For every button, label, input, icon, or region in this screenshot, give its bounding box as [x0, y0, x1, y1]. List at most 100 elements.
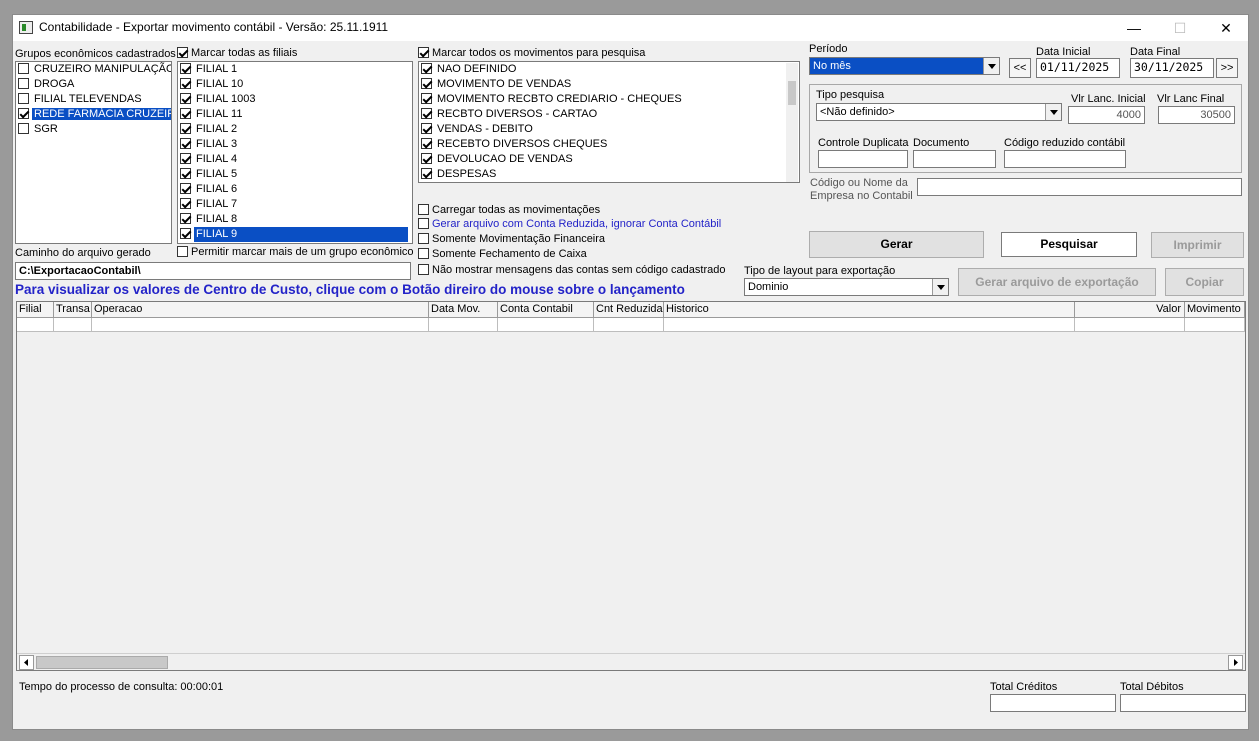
- somente-financeira-checkbox[interactable]: Somente Movimentação Financeira: [418, 233, 605, 245]
- filial-item[interactable]: FILIAL 11: [178, 107, 412, 122]
- codigo-reduzido-input[interactable]: [1004, 150, 1126, 168]
- grupo-item[interactable]: DROGA: [16, 77, 171, 92]
- vlr-inicial-input[interactable]: 4000: [1068, 106, 1145, 124]
- col-transa[interactable]: Transa: [54, 302, 92, 318]
- movimento-item[interactable]: RECEBTO DIVERSOS CHEQUES: [419, 137, 799, 152]
- checkbox-icon[interactable]: [421, 153, 432, 164]
- scroll-left-icon[interactable]: [19, 655, 34, 670]
- table-cell[interactable]: [664, 318, 1075, 332]
- movimento-item[interactable]: DESPESAS: [419, 167, 799, 182]
- chevron-down-icon[interactable]: [1045, 104, 1061, 120]
- checkbox-icon[interactable]: [180, 93, 191, 104]
- periodo-next-button[interactable]: >>: [1216, 58, 1238, 78]
- documento-input[interactable]: [913, 150, 996, 168]
- col-historico[interactable]: Historico: [664, 302, 1075, 318]
- gerar-reduzida-checkbox[interactable]: Gerar arquivo com Conta Reduzida, ignora…: [418, 218, 721, 230]
- checkbox-icon[interactable]: [180, 123, 191, 134]
- checkbox-icon[interactable]: [18, 63, 29, 74]
- checkbox-icon[interactable]: [180, 63, 191, 74]
- table-cell[interactable]: [498, 318, 594, 332]
- empresa-input[interactable]: [917, 178, 1242, 196]
- col-operacao[interactable]: Operacao: [92, 302, 429, 318]
- marcar-movimentos-checkbox[interactable]: Marcar todos os movimentos para pesquisa: [418, 47, 645, 59]
- movimento-item[interactable]: MOVIMENTO DE VENDAS: [419, 77, 799, 92]
- periodo-select[interactable]: No mês: [809, 57, 1000, 75]
- table-cell[interactable]: [1075, 318, 1185, 332]
- checkbox-icon[interactable]: [180, 78, 191, 89]
- chevron-down-icon[interactable]: [983, 58, 999, 74]
- filial-item[interactable]: FILIAL 10: [178, 77, 412, 92]
- grupo-item[interactable]: CRUZEIRO MANIPULAÇÃO: [16, 62, 171, 77]
- col-cnt-reduzida[interactable]: Cnt Reduzida: [594, 302, 664, 318]
- gerar-arquivo-button[interactable]: Gerar arquivo de exportação: [958, 268, 1156, 296]
- scroll-thumb[interactable]: [788, 81, 796, 105]
- nao-mostrar-checkbox[interactable]: Não mostrar mensagens das contas sem cód…: [418, 264, 726, 276]
- copiar-button[interactable]: Copiar: [1165, 268, 1244, 296]
- scroll-thumb[interactable]: [36, 656, 168, 669]
- carregar-checkbox[interactable]: Carregar todas as movimentações: [418, 204, 600, 216]
- checkbox-icon[interactable]: [421, 168, 432, 179]
- checkbox-icon[interactable]: [18, 123, 29, 134]
- checkbox-icon[interactable]: [18, 93, 29, 104]
- table-cell[interactable]: [17, 318, 54, 332]
- scroll-right-icon[interactable]: [1228, 655, 1243, 670]
- gerar-button[interactable]: Gerar: [809, 231, 984, 258]
- col-movimento[interactable]: Movimento: [1185, 302, 1245, 318]
- checkbox-icon[interactable]: [421, 78, 432, 89]
- checkbox-icon[interactable]: [421, 138, 432, 149]
- checkbox-icon[interactable]: [421, 108, 432, 119]
- grid-horizontal-scrollbar[interactable]: [17, 653, 1245, 670]
- data-final-input[interactable]: 30/11/2025: [1130, 58, 1214, 78]
- checkbox-icon[interactable]: [180, 183, 191, 194]
- filial-item[interactable]: FILIAL 1: [178, 62, 412, 77]
- filial-item[interactable]: FILIAL 1003: [178, 92, 412, 107]
- table-cell[interactable]: [594, 318, 664, 332]
- grupo-item[interactable]: FILIAL TELEVENDAS: [16, 92, 171, 107]
- close-button[interactable]: ✕: [1203, 15, 1249, 41]
- checkbox-icon[interactable]: [180, 108, 191, 119]
- movimentos-grid[interactable]: Filial Transa Operacao Data Mov. Conta C…: [16, 301, 1246, 671]
- minimize-button[interactable]: —: [1111, 15, 1157, 41]
- movimento-item[interactable]: VENDAS - DEBITO: [419, 122, 799, 137]
- table-cell[interactable]: [54, 318, 92, 332]
- filiais-list[interactable]: FILIAL 1 FILIAL 10 FILIAL 1003 FILIAL 11 FIL…: [177, 61, 413, 244]
- col-valor[interactable]: Valor: [1075, 302, 1185, 318]
- chevron-down-icon[interactable]: [932, 279, 948, 295]
- marcar-filiais-checkbox[interactable]: Marcar todas as filiais: [177, 47, 297, 59]
- checkbox-icon[interactable]: [180, 138, 191, 149]
- table-cell[interactable]: [1185, 318, 1245, 332]
- filial-item[interactable]: FILIAL 8: [178, 212, 412, 227]
- movimentos-scrollbar[interactable]: [786, 63, 798, 182]
- filial-item[interactable]: FILIAL 2: [178, 122, 412, 137]
- col-conta-contabil[interactable]: Conta Contabil: [498, 302, 594, 318]
- checkbox-icon[interactable]: [421, 63, 432, 74]
- filial-item[interactable]: FILIAL 3: [178, 137, 412, 152]
- caminho-input[interactable]: C:\ExportacaoContabil\: [15, 262, 411, 280]
- controle-duplicata-input[interactable]: [818, 150, 908, 168]
- checkbox-icon[interactable]: [180, 198, 191, 209]
- imprimir-button[interactable]: Imprimir: [1151, 232, 1244, 258]
- filial-item[interactable]: FILIAL 7: [178, 197, 412, 212]
- table-cell[interactable]: [429, 318, 498, 332]
- table-cell[interactable]: [92, 318, 429, 332]
- tipo-pesquisa-select[interactable]: <Não definido>: [816, 103, 1062, 121]
- maximize-button[interactable]: ☐: [1157, 15, 1203, 41]
- grupo-item[interactable]: SGR: [16, 122, 171, 137]
- checkbox-icon[interactable]: [180, 213, 191, 224]
- pesquisar-button[interactable]: Pesquisar: [1001, 232, 1137, 257]
- checkbox-icon[interactable]: [18, 78, 29, 89]
- filial-item[interactable]: FILIAL 4: [178, 152, 412, 167]
- checkbox-icon[interactable]: [421, 123, 432, 134]
- checkbox-icon[interactable]: [180, 228, 191, 239]
- filial-item[interactable]: FILIAL 6: [178, 182, 412, 197]
- vlr-final-input[interactable]: 30500: [1158, 106, 1235, 124]
- somente-fechamento-checkbox[interactable]: Somente Fechamento de Caixa: [418, 248, 587, 260]
- data-inicial-input[interactable]: 01/11/2025: [1036, 58, 1120, 78]
- checkbox-icon[interactable]: [421, 93, 432, 104]
- periodo-prev-button[interactable]: <<: [1009, 58, 1031, 78]
- movimentos-list[interactable]: NAO DEFINIDO MOVIMENTO DE VENDAS MOVIMENTO…: [418, 61, 800, 183]
- checkbox-icon[interactable]: [180, 153, 191, 164]
- movimento-item[interactable]: MOVIMENTO RECBTO CREDIARIO - CHEQUES: [419, 92, 799, 107]
- col-data-mov[interactable]: Data Mov.: [429, 302, 498, 318]
- permitir-grupo-checkbox[interactable]: Permitir marcar mais de um grupo econômi…: [177, 246, 414, 258]
